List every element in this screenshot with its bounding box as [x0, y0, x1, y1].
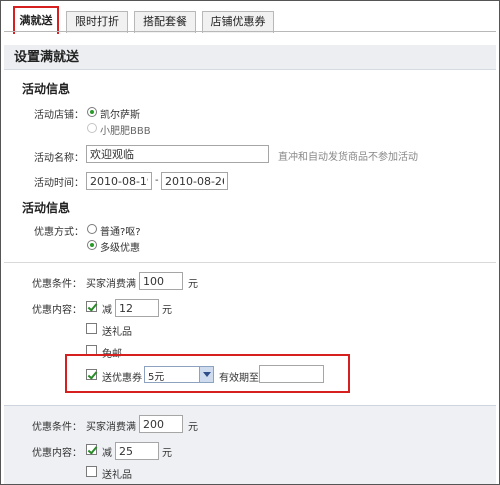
tab-manjiusong[interactable]: 满就送 [13, 6, 59, 34]
name-hint: 直冲和自动发货商品不参加活动 [278, 152, 418, 163]
tier1-amount-input[interactable] [139, 272, 183, 290]
tier2-reduce-unit: 元 [162, 448, 172, 459]
type-option-multi: 多级优惠 [100, 243, 140, 254]
tier2-reduce-input[interactable] [115, 442, 159, 460]
tier1-amount-unit: 元 [188, 279, 198, 290]
tier1-reduce-unit: 元 [162, 305, 172, 316]
tier2-condition-label: 优惠条件： [32, 422, 82, 433]
time-label: 活动时间： [34, 178, 84, 189]
end-date-input[interactable] [161, 172, 228, 190]
tier2-gift-label: 送礼品 [102, 470, 132, 481]
tier1-content-label: 优惠内容： [32, 305, 82, 316]
tier2-reduce-checkbox[interactable] [86, 444, 97, 455]
tier2-gift-checkbox[interactable] [86, 466, 97, 477]
tier1-reduce-checkbox[interactable] [86, 301, 97, 312]
date-separator: - [155, 175, 159, 186]
section-divider [4, 262, 496, 263]
start-date-input[interactable] [86, 172, 152, 190]
store-radio-2[interactable] [87, 123, 97, 133]
section-title: 设置满就送 [4, 45, 496, 70]
tab-bundle[interactable]: 搭配套餐 [134, 11, 196, 33]
store-label: 活动店铺： [34, 110, 84, 121]
tier2-amount-input[interactable] [139, 415, 183, 433]
store-option-2: 小肥肥BBB [100, 126, 151, 137]
activity-name-input[interactable] [86, 145, 269, 163]
tier1-condition-label: 优惠条件： [32, 279, 82, 290]
coupon-highlight-box [65, 354, 350, 393]
store-option-1: 凯尔萨斯 [100, 110, 140, 121]
tab-store-coupon[interactable]: 店铺优惠券 [202, 11, 274, 33]
tier1-gift-label: 送礼品 [102, 327, 132, 338]
tab-limited-discount[interactable]: 限时打折 [66, 11, 128, 33]
tier1-reduce-input[interactable] [115, 299, 159, 317]
tier1-reduce-label: 减 [102, 305, 112, 316]
discount-info-heading: 活动信息 [22, 201, 71, 215]
tier1-condition-prefix: 买家消费满 [86, 279, 136, 290]
type-radio-multi[interactable] [87, 240, 97, 250]
type-option-normal: 普通?呕? [100, 227, 141, 238]
tier2-condition-prefix: 买家消费满 [86, 422, 136, 433]
discount-type-label: 优惠方式： [34, 227, 84, 238]
type-radio-normal[interactable] [87, 224, 97, 234]
tier1-gift-checkbox[interactable] [86, 323, 97, 334]
tier2-reduce-label: 减 [102, 448, 112, 459]
name-label: 活动名称： [34, 153, 84, 164]
tabs-divider [4, 31, 496, 32]
tier2-content-label: 优惠内容： [32, 448, 82, 459]
activity-info-heading: 活动信息 [22, 82, 71, 96]
store-radio-1[interactable] [87, 107, 97, 117]
tier2-amount-unit: 元 [188, 422, 198, 433]
